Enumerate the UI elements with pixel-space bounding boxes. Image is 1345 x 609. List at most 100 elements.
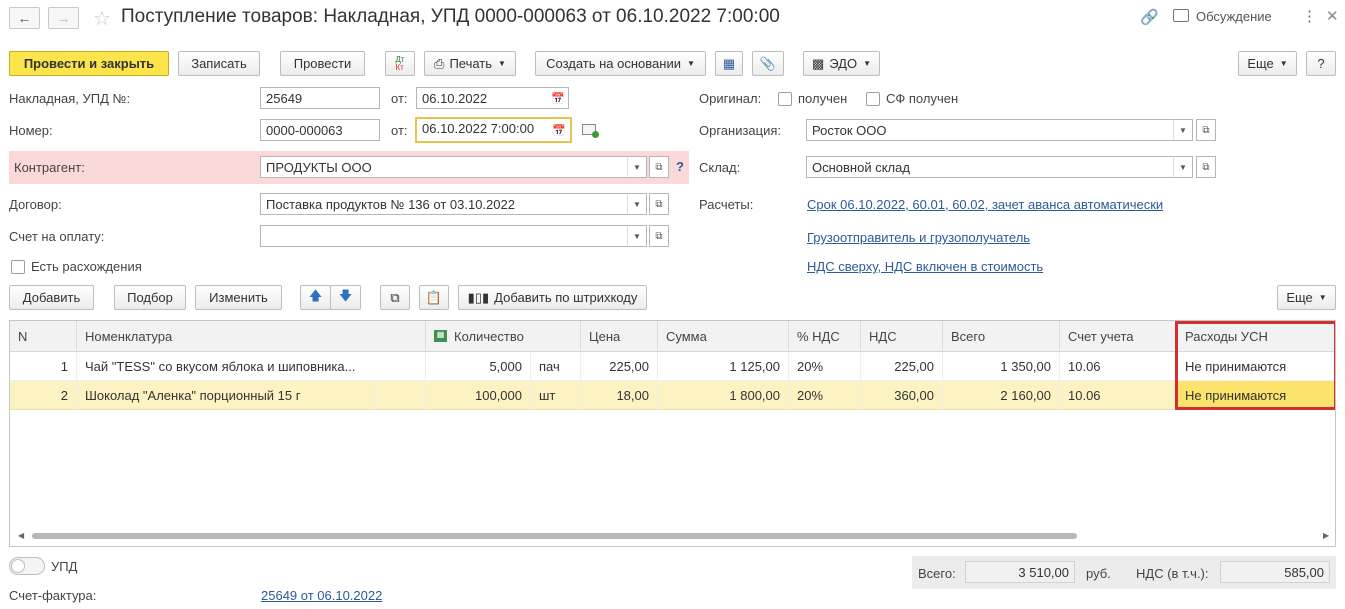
row-sum[interactable]: 1 125,00 [658,352,789,381]
arrow-right-icon: → [56,10,71,26]
vat-total-value: 585,00 [1220,561,1330,583]
help-button[interactable]: ? [1306,51,1336,76]
col-vat-rate-header[interactable]: % НДС [789,321,861,352]
add-row-button[interactable]: Добавить [9,285,94,310]
warehouse-input[interactable]: Основной склад [806,156,1175,178]
row-quantity[interactable]: 100,000 [426,381,531,410]
warehouse-open-button[interactable]: ⧉ [1196,156,1216,178]
post-button[interactable]: Провести [280,51,365,76]
row-name[interactable]: Чай "TESS" со вкусом яблока и шиповника.… [77,352,426,381]
close-icon[interactable]: ✕ [1326,7,1339,25]
col-total-header[interactable]: Всего [943,321,1060,352]
add-by-barcode-button[interactable]: ▮▯▮ Добавить по штрихкоду [458,285,647,310]
organization-input[interactable]: Росток ООО [806,119,1175,141]
paperclip-icon: 📎 [759,55,777,71]
discussion-icon[interactable] [1173,9,1189,22]
attach-button[interactable]: 📎 [752,51,784,76]
paste-button[interactable]: 📋 [419,285,449,310]
table-more-button[interactable]: Еще ▼ [1277,285,1336,310]
col-account-header[interactable]: Счет учета [1060,321,1177,352]
row-vat-rate[interactable]: 20% [789,381,861,410]
print-button[interactable]: ⎙ Печать ▼ [424,51,516,76]
structure-button[interactable]: ▦ [715,51,743,76]
move-down-button[interactable]: 🡇 [330,285,361,310]
discussion-link[interactable]: Обсуждение [1196,9,1272,24]
total-label: Всего: [918,566,956,581]
contractor-input[interactable]: ПРОДУКТЫ ООО [260,156,629,178]
menu-dots-icon[interactable]: ⋮ [1302,7,1317,25]
organization-open-button[interactable]: ⧉ [1196,119,1216,141]
col-n-header[interactable]: N [10,321,77,352]
contract-input[interactable]: Поставка продуктов № 136 от 03.10.2022 [260,193,629,215]
open-window-icon: ⧉ [1202,124,1210,136]
col-vat-header[interactable]: НДС [861,321,943,352]
row-name[interactable]: Шоколад "Аленка" порционный 15 г [77,381,375,410]
payment-account-dropdown[interactable]: ▼ [627,225,647,247]
back-button[interactable]: ← [9,7,40,29]
edo-button[interactable]: ▩ ЭДО ▼ [803,51,880,76]
contractor-open-button[interactable]: ⧉ [649,156,669,178]
contract-dropdown[interactable]: ▼ [627,193,647,215]
create-based-button[interactable]: Создать на основании ▼ [535,51,706,76]
calendar-icon[interactable]: 📅 [548,119,570,141]
chevron-down-icon: ▼ [498,59,506,68]
row-unit[interactable]: шт [531,381,581,410]
vat-mode-link[interactable]: НДС сверху, НДС включен в стоимость [807,259,1043,274]
dt-kt-button[interactable]: Дт Кт [385,51,415,76]
forward-button[interactable]: → [48,7,79,29]
chevron-down-icon: ▼ [686,59,695,68]
row-price[interactable]: 225,00 [581,352,658,381]
move-up-button[interactable]: 🡅 [300,285,331,310]
barcode-icon: ▮▯▮ [467,289,490,305]
invoice-footer-link[interactable]: 25649 от 06.10.2022 [261,588,382,603]
link-icon[interactable]: 🔗 [1140,8,1159,26]
warehouse-label: Склад: [699,160,741,175]
row-price[interactable]: 18,00 [581,381,658,410]
horizontal-scrollbar[interactable] [32,533,1077,539]
save-button[interactable]: Записать [178,51,260,76]
calendar-icon[interactable]: 📅 [547,87,569,109]
row-account[interactable]: 10.06 [1060,352,1177,381]
contractor-dropdown[interactable]: ▼ [627,156,647,178]
upd-toggle[interactable] [9,557,45,575]
favorite-star-icon[interactable]: ☆ [93,6,111,31]
scroll-right-icon[interactable]: ▶ [1323,531,1329,540]
contract-open-button[interactable]: ⧉ [649,193,669,215]
organization-dropdown[interactable]: ▼ [1173,119,1193,141]
pick-button[interactable]: Подбор [114,285,186,310]
row-vat[interactable]: 360,00 [861,381,943,410]
sf-received-checkbox[interactable] [866,92,880,106]
col-quantity-header[interactable]: ▦ Количество [426,321,581,352]
dt-kt-icon: Дт Кт [395,54,405,72]
invoice-number-input[interactable]: 25649 [260,87,380,109]
settlements-link[interactable]: Срок 06.10.2022, 60.01, 60.02, зачет ава… [807,197,1163,212]
row-unit[interactable]: пач [531,352,581,381]
row-account[interactable]: 10.06 [1060,381,1177,410]
row-name-extra[interactable] [375,381,426,410]
chevron-down-icon: ▼ [633,162,641,172]
received-checkbox[interactable] [778,92,792,106]
row-total[interactable]: 1 350,00 [943,352,1060,381]
payment-account-input[interactable] [260,225,629,247]
row-sum[interactable]: 1 800,00 [658,381,789,410]
row-vat-rate[interactable]: 20% [789,352,861,381]
row-vat[interactable]: 225,00 [861,352,943,381]
more-button[interactable]: Еще ▼ [1238,51,1297,76]
col-nomenclature-header[interactable]: Номенклатура [77,321,426,352]
shipper-link[interactable]: Грузоотправитель и грузополучатель [807,230,1030,245]
discrepancy-checkbox[interactable] [11,260,25,274]
col-price-header[interactable]: Цена [581,321,658,352]
post-and-close-button[interactable]: Провести и закрыть [9,51,169,76]
copy-button[interactable]: ⧉ [380,285,410,310]
help-question-icon[interactable]: ? [676,159,684,174]
payment-account-open-button[interactable]: ⧉ [649,225,669,247]
col-sum-header[interactable]: Сумма [658,321,789,352]
number-input[interactable]: 0000-000063 [260,119,380,141]
change-button[interactable]: Изменить [195,285,282,310]
row-quantity[interactable]: 5,000 [426,352,531,381]
warehouse-dropdown[interactable]: ▼ [1173,156,1193,178]
document-check-icon[interactable] [582,124,599,138]
upd-label: УПД [51,559,78,574]
scroll-left-icon[interactable]: ◀ [18,531,24,540]
row-total[interactable]: 2 160,00 [943,381,1060,410]
